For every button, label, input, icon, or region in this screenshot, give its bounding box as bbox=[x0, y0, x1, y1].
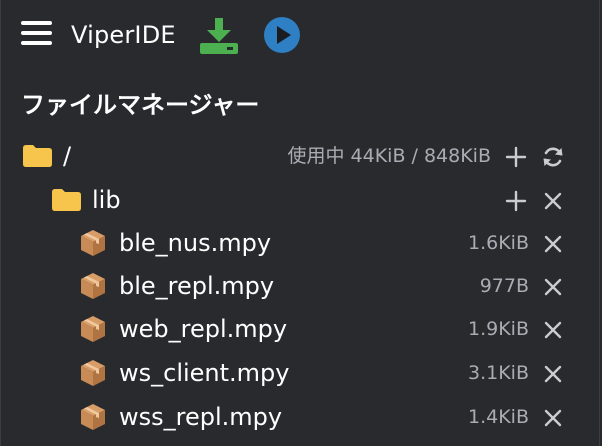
file-row[interactable]: ble_repl.mpy 977B bbox=[1, 266, 601, 306]
close-icon[interactable] bbox=[541, 318, 565, 342]
package-icon bbox=[81, 230, 105, 256]
close-icon[interactable] bbox=[541, 406, 565, 430]
close-icon[interactable] bbox=[541, 189, 565, 213]
package-icon bbox=[81, 404, 105, 430]
file-row[interactable]: ble_nus.mpy 1.6KiB bbox=[1, 223, 601, 263]
folder-icon bbox=[52, 189, 81, 211]
close-icon[interactable] bbox=[541, 232, 565, 256]
root-folder-row[interactable]: / 使用中 44KiB / 848KiB bbox=[1, 136, 601, 176]
close-icon[interactable] bbox=[541, 275, 565, 299]
download-to-device-icon[interactable] bbox=[197, 12, 241, 56]
play-circle-icon[interactable] bbox=[263, 16, 301, 54]
file-size: 1.6KiB bbox=[468, 232, 529, 254]
file-name: ble_repl.mpy bbox=[119, 272, 275, 300]
file-size: 1.4KiB bbox=[468, 406, 529, 428]
folder-icon bbox=[23, 145, 52, 167]
file-manager-panel: ViperIDE ファイルマネージャー / 使用中 44KiB / 848KiB bbox=[0, 0, 600, 446]
file-row[interactable]: wss_repl.mpy 1.4KiB bbox=[1, 397, 601, 437]
package-icon bbox=[81, 316, 105, 342]
file-size: 3.1KiB bbox=[468, 362, 529, 384]
file-name: ble_nus.mpy bbox=[119, 229, 272, 257]
root-folder-name: / bbox=[63, 142, 72, 170]
file-size: 1.9KiB bbox=[468, 318, 529, 340]
file-manager-title: ファイルマネージャー bbox=[21, 91, 260, 119]
refresh-icon[interactable] bbox=[541, 145, 565, 169]
file-row[interactable]: web_repl.mpy 1.9KiB bbox=[1, 309, 601, 349]
package-icon bbox=[81, 273, 105, 299]
package-icon bbox=[81, 360, 105, 386]
folder-row-lib[interactable]: lib bbox=[1, 180, 601, 220]
add-icon[interactable] bbox=[504, 189, 528, 213]
file-name: web_repl.mpy bbox=[119, 315, 288, 343]
folder-name: lib bbox=[92, 186, 121, 214]
hamburger-menu-icon[interactable] bbox=[21, 21, 52, 45]
storage-usage: 使用中 44KiB / 848KiB bbox=[287, 145, 491, 167]
close-icon[interactable] bbox=[541, 362, 565, 386]
file-name: ws_client.mpy bbox=[119, 359, 290, 387]
add-icon[interactable] bbox=[504, 145, 528, 169]
file-name: wss_repl.mpy bbox=[119, 403, 283, 431]
header-toolbar: ViperIDE bbox=[1, 0, 599, 72]
file-row[interactable]: ws_client.mpy 3.1KiB bbox=[1, 353, 601, 393]
app-title: ViperIDE bbox=[71, 21, 176, 49]
file-size: 977B bbox=[479, 275, 529, 297]
